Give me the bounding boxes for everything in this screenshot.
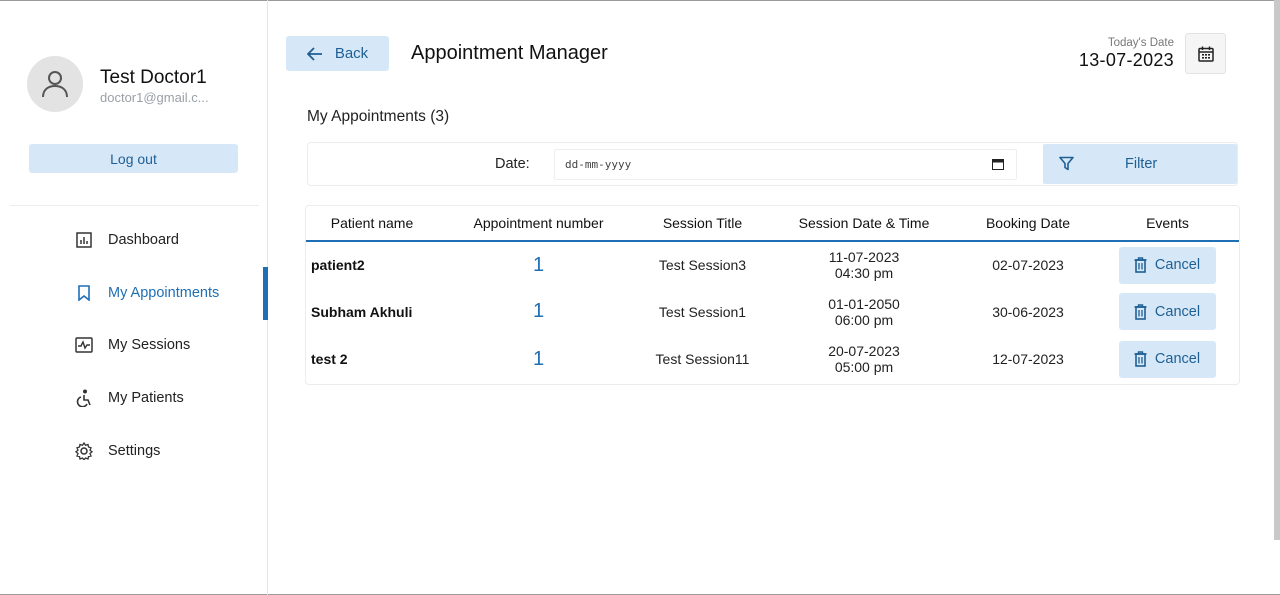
back-label: Back: [334, 45, 369, 62]
events-cell: Cancel: [1095, 288, 1239, 335]
cancel-button[interactable]: Cancel: [1118, 340, 1216, 378]
today-label: Today's Date: [1107, 37, 1174, 49]
sidebar-item-my-patients[interactable]: My Patients: [0, 372, 268, 425]
sidebar-item-label: Dashboard: [108, 232, 179, 249]
dashboard-icon: [75, 231, 93, 249]
sidebar-item-dashboard[interactable]: Dashboard: [0, 214, 268, 267]
page-title: Appointment Manager: [411, 42, 608, 64]
user-email: doctor1@gmail.c...: [100, 90, 209, 105]
trash-icon: [1134, 304, 1147, 320]
booking-date-cell: 02-07-2023: [992, 257, 1064, 274]
sidebar-item-label: Settings: [108, 442, 161, 459]
filter-label: Filter: [1125, 156, 1158, 172]
active-indicator: [263, 266, 268, 320]
section-title: My Appointments (3): [307, 108, 450, 125]
session-date: 01-01-2050: [828, 295, 900, 312]
session-time: 06:00 pm: [834, 311, 894, 328]
column-header-session-date-time[interactable]: Session Date & Time: [767, 206, 962, 242]
column-header-patient-name[interactable]: Patient name: [306, 206, 440, 242]
cancel-label: Cancel: [1154, 351, 1201, 368]
table-row: Subham Akhuli 1 Test Session1 01-01-2050…: [306, 288, 1239, 335]
appointment-number-cell: 1: [532, 253, 545, 276]
trash-icon: [1134, 257, 1147, 273]
scrollbar[interactable]: [1274, 0, 1280, 540]
back-button[interactable]: Back: [286, 36, 389, 71]
filter-button[interactable]: Filter: [1043, 144, 1237, 184]
bookmark-icon: [75, 284, 93, 302]
session-title-cell: Test Session11: [655, 351, 750, 368]
appointment-number-cell: 1: [532, 347, 545, 370]
events-cell: Cancel: [1095, 336, 1239, 383]
trash-icon: [1134, 351, 1147, 368]
session-datetime-cell: 01-01-2050 06:00 pm: [767, 288, 961, 335]
calendar-button[interactable]: [1185, 33, 1226, 74]
table-row: patient2 1 Test Session3 11-07-2023 04:30…: [306, 241, 1239, 288]
calendar-icon: [1197, 46, 1214, 62]
session-datetime-cell: 20-07-2023 05:00 pm: [767, 336, 961, 383]
session-datetime-cell: 11-07-2023 04:30 pm: [767, 241, 961, 288]
appointments-table: Patient name Appointment number Session …: [305, 205, 1240, 385]
sessions-icon: [75, 336, 93, 354]
today-date: 13-07-2023: [1078, 50, 1174, 70]
session-title-cell: Test Session1: [658, 303, 747, 320]
sidebar-item-label: My Appointments: [108, 284, 220, 301]
sidebar-item-settings[interactable]: Settings: [0, 424, 268, 477]
column-header-booking-date[interactable]: Booking Date: [961, 206, 1096, 242]
date-placeholder: dd-mm-yyyy: [565, 158, 632, 171]
patients-icon: [75, 389, 93, 408]
cancel-label: Cancel: [1154, 303, 1201, 320]
sidebar-divider: [10, 205, 259, 206]
session-title-cell: Test Session3: [658, 257, 747, 274]
session-time: 05:00 pm: [834, 359, 894, 376]
session-date: 11-07-2023: [828, 249, 900, 266]
sidebar-item-label: My Patients: [108, 390, 184, 407]
cancel-button[interactable]: Cancel: [1118, 293, 1216, 331]
sidebar-item-my-sessions[interactable]: My Sessions: [0, 319, 268, 372]
table-row: test 2 1 Test Session11 20-07-2023 05:00 …: [306, 336, 1239, 383]
filter-icon: [1059, 156, 1074, 171]
cancel-label: Cancel: [1154, 257, 1201, 274]
avatar: [27, 56, 83, 112]
patient-name-cell: Subham Akhuli: [311, 303, 413, 320]
sidebar-item-my-appointments[interactable]: My Appointments: [0, 266, 268, 320]
patient-name-cell: test 2: [311, 351, 348, 368]
session-time: 04:30 pm: [834, 265, 894, 282]
patient-name-cell: patient2: [311, 257, 365, 274]
logout-button[interactable]: Log out: [29, 144, 238, 173]
arrow-left-icon: [306, 46, 322, 61]
user-icon: [42, 71, 68, 98]
column-header-appointment-number[interactable]: Appointment number: [439, 206, 639, 242]
gear-icon: [75, 441, 93, 460]
booking-date-cell: 30-06-2023: [992, 303, 1064, 320]
date-picker-icon[interactable]: [992, 158, 1004, 170]
filter-bar: Date: dd-mm-yyyy Filter: [307, 142, 1238, 186]
booking-date-cell: 12-07-2023: [992, 351, 1064, 368]
appointment-number-cell: 1: [532, 300, 545, 323]
sidebar: Test Doctor1 doctor1@gmail.c... Log out …: [0, 0, 268, 595]
column-header-session-title[interactable]: Session Title: [638, 206, 768, 242]
sidebar-item-label: My Sessions: [108, 337, 191, 354]
table-header-row: Patient name Appointment number Session …: [306, 206, 1239, 242]
date-filter-label: Date:: [495, 156, 530, 172]
date-filter-input[interactable]: dd-mm-yyyy: [554, 149, 1017, 180]
sidebar-nav: Dashboard My Appointments My Sessions My…: [0, 214, 268, 477]
column-header-events[interactable]: Events: [1095, 206, 1239, 242]
user-name: Test Doctor1: [100, 67, 207, 88]
session-date: 20-07-2023: [828, 343, 900, 360]
cancel-button[interactable]: Cancel: [1118, 246, 1216, 284]
events-cell: Cancel: [1095, 241, 1239, 288]
